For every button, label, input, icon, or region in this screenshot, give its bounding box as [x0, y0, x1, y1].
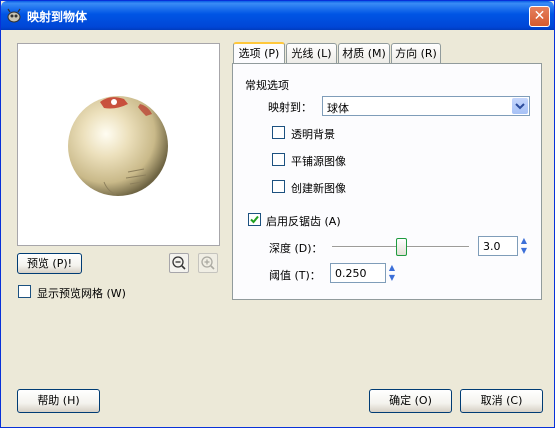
- map-to-select[interactable]: 球体: [322, 96, 530, 116]
- transparent-bg-checkbox[interactable]: [272, 126, 285, 139]
- gimp-icon: [7, 8, 21, 23]
- tile-source-checkbox[interactable]: [272, 153, 285, 166]
- antialias-label: 启用反锯齿 (A): [266, 215, 341, 228]
- show-grid-label: 显示预览网格 (W): [37, 287, 126, 300]
- zoom-in-button[interactable]: [198, 253, 218, 273]
- threshold-stepper[interactable]: ▲ ▼: [387, 263, 397, 283]
- tab-material[interactable]: 材质 (M): [338, 43, 390, 64]
- spin-up-icon[interactable]: ▲: [387, 263, 397, 273]
- transparent-bg-label: 透明背景: [291, 128, 335, 141]
- create-new-image-label: 创建新图像: [291, 182, 346, 195]
- ok-button[interactable]: 确定 (O): [369, 389, 452, 413]
- depth-value: 3.0: [483, 240, 501, 253]
- spin-up-icon[interactable]: ▲: [519, 236, 529, 246]
- map-to-value: 球体: [327, 102, 349, 115]
- title-bar[interactable]: 映射到物体 ✕: [1, 1, 554, 30]
- depth-stepper[interactable]: ▲ ▼: [519, 236, 529, 256]
- dropdown-arrow[interactable]: [512, 98, 528, 114]
- threshold-value: 0.250: [335, 267, 367, 280]
- spin-down-icon[interactable]: ▼: [387, 273, 397, 283]
- depth-slider-thumb[interactable]: [396, 238, 407, 256]
- threshold-spinbox[interactable]: 0.250: [330, 263, 386, 283]
- chevron-down-icon: [515, 103, 525, 110]
- preview-button[interactable]: 预览 (P)!: [17, 253, 82, 274]
- help-button[interactable]: 帮助 (H): [17, 389, 100, 413]
- map-object-dialog: 映射到物体 ✕ 预览 (P)! 显示预览网格 (W) 选项 (P) 光线 (L)…: [0, 0, 555, 428]
- sphere-preview-image: [68, 96, 168, 196]
- tile-source-label: 平铺源图像: [291, 155, 346, 168]
- zoom-out-button[interactable]: [169, 253, 189, 273]
- tab-options[interactable]: 选项 (P): [233, 42, 285, 64]
- antialias-checkbox[interactable]: [248, 213, 261, 226]
- zoom-in-icon: [201, 256, 215, 270]
- close-button[interactable]: ✕: [529, 6, 550, 27]
- window-title: 映射到物体: [27, 10, 88, 24]
- tab-light[interactable]: 光线 (L): [286, 43, 337, 64]
- checkmark-icon: [250, 215, 259, 224]
- preview-canvas[interactable]: [17, 43, 220, 246]
- cancel-button[interactable]: 取消 (C): [460, 389, 543, 413]
- depth-spinbox[interactable]: 3.0: [478, 236, 518, 256]
- show-grid-checkbox[interactable]: [18, 285, 31, 298]
- threshold-label: 阈值 (T)：: [269, 269, 321, 282]
- spin-down-icon[interactable]: ▼: [519, 246, 529, 256]
- zoom-out-icon: [172, 256, 186, 270]
- create-new-image-checkbox[interactable]: [272, 180, 285, 193]
- tab-orientation[interactable]: 方向 (R): [391, 43, 441, 64]
- depth-label: 深度 (D)：: [269, 242, 323, 255]
- map-to-label: 映射到：: [268, 101, 312, 114]
- close-icon: ✕: [533, 8, 546, 24]
- general-options-heading: 常规选项: [245, 79, 289, 92]
